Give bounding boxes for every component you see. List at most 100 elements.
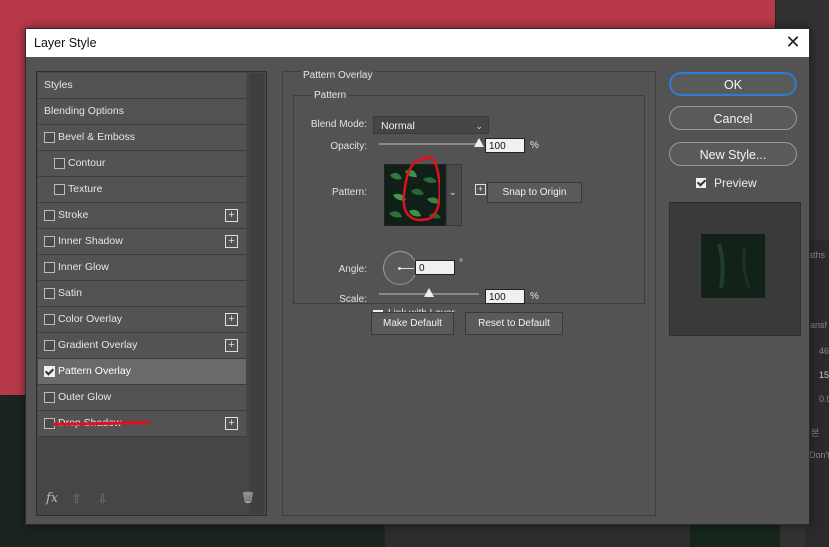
styles-list: Styles Blending Options Bevel & Emboss Cont…: [36, 71, 267, 516]
style-checkbox[interactable]: [44, 210, 55, 221]
add-style-icon[interactable]: +: [225, 313, 238, 326]
dialog-title: Layer Style: [34, 36, 97, 50]
chevron-down-icon: ⌄: [475, 121, 483, 131]
red-annotation-circle: [402, 155, 440, 222]
pattern-overlay-panel: Pattern Overlay Pattern Blend Mode: Norm…: [282, 70, 656, 516]
move-up-icon[interactable]: ⇧: [71, 491, 82, 507]
scale-input[interactable]: 100: [485, 289, 525, 304]
group-title: Pattern: [312, 90, 349, 101]
opacity-input[interactable]: 100: [485, 138, 525, 153]
blend-mode-value: Normal: [381, 120, 415, 132]
style-checkbox[interactable]: [44, 366, 55, 377]
pattern-picker-dropdown[interactable]: ⌄: [446, 164, 462, 226]
scale-slider-thumb[interactable]: [424, 288, 434, 297]
make-default-button[interactable]: Make Default: [371, 312, 454, 335]
opacity-slider-track[interactable]: [379, 143, 479, 145]
style-item-label: Inner Glow: [58, 261, 109, 273]
preview-label: Preview: [714, 176, 757, 190]
style-item-label: Contour: [68, 157, 106, 169]
scale-label: Scale:: [339, 294, 367, 305]
style-item-color-overlay[interactable]: Color Overlay +: [38, 307, 246, 333]
style-item-label: Color Overlay: [58, 313, 123, 325]
opacity-unit: %: [530, 140, 539, 151]
style-item-inner-shadow[interactable]: Inner Shadow +: [38, 229, 246, 255]
style-item-outer-glow[interactable]: Outer Glow: [38, 385, 246, 411]
style-item-label: Styles: [44, 79, 73, 91]
style-item-label: Pattern Overlay: [58, 365, 131, 377]
add-style-icon[interactable]: +: [225, 235, 238, 248]
pattern-group: Pattern Blend Mode: Normal ⌄ Opacity: 10…: [293, 90, 645, 320]
prop-value-2[interactable]: 15: [819, 370, 829, 380]
close-icon[interactable]: ✕: [783, 32, 803, 52]
opacity-label: Opacity:: [330, 141, 367, 152]
cancel-button[interactable]: Cancel: [669, 106, 797, 130]
preview-checkbox[interactable]: [696, 178, 706, 188]
style-item-label: Texture: [68, 183, 103, 195]
style-item-satin[interactable]: Satin: [38, 281, 246, 307]
styles-list-scrollbar[interactable]: [249, 73, 264, 514]
styles-list-footer: fx ⇧ ⇩ 🗑: [37, 485, 255, 515]
style-checkbox[interactable]: [44, 314, 55, 325]
style-checkbox[interactable]: [44, 132, 55, 143]
style-checkbox[interactable]: [54, 158, 65, 169]
new-preset-icon[interactable]: +: [475, 184, 486, 195]
style-checkbox[interactable]: [54, 184, 65, 195]
style-checkbox[interactable]: [44, 340, 55, 351]
style-item-label: Satin: [58, 287, 82, 299]
scale-unit: %: [530, 291, 539, 302]
prop-korean-label: 본: [811, 428, 820, 438]
style-checkbox[interactable]: [44, 392, 55, 403]
section-title: Pattern Overlay: [301, 70, 375, 81]
style-item-blending-options[interactable]: Blending Options: [38, 99, 246, 125]
move-down-icon[interactable]: ⇩: [97, 491, 108, 507]
style-item-label: Stroke: [58, 209, 89, 221]
style-checkbox[interactable]: [44, 288, 55, 299]
style-item-stroke[interactable]: Stroke +: [38, 203, 246, 229]
trash-icon[interactable]: 🗑: [241, 491, 255, 504]
pattern-label: Pattern:: [331, 187, 367, 198]
style-checkbox[interactable]: [44, 262, 55, 273]
style-item-label: Blending Options: [44, 105, 124, 117]
opacity-slider-thumb[interactable]: [474, 138, 484, 147]
prop-dont-label: Don't: [809, 450, 829, 460]
transform-label: ransf: [807, 320, 828, 330]
new-style-button[interactable]: New Style...: [669, 142, 797, 166]
prop-value-1: 46: [819, 346, 829, 356]
style-item-label: Bevel & Emboss: [58, 131, 136, 143]
style-item-label: Inner Shadow: [58, 235, 123, 247]
style-item-texture[interactable]: Texture: [38, 177, 246, 203]
paths-tab[interactable]: aths: [808, 250, 825, 260]
angle-unit: °: [459, 258, 463, 269]
add-style-icon[interactable]: +: [225, 417, 238, 430]
blend-mode-select[interactable]: Normal ⌄: [373, 116, 489, 134]
preview-swatch: [701, 234, 765, 298]
style-item-label: Outer Glow: [58, 391, 112, 403]
reset-to-default-button[interactable]: Reset to Default: [465, 312, 563, 335]
angle-label: Angle:: [338, 264, 367, 275]
ok-button[interactable]: OK: [669, 72, 797, 96]
style-item-bevel-emboss[interactable]: Bevel & Emboss: [38, 125, 246, 151]
angle-indicator-line: [400, 268, 414, 269]
style-item-styles[interactable]: Styles: [38, 73, 246, 99]
layer-style-dialog: Layer Style ✕ Styles Blending Options Beve…: [25, 28, 810, 525]
style-checkbox[interactable]: [44, 236, 55, 247]
style-item-pattern-overlay[interactable]: Pattern Overlay: [38, 359, 246, 385]
style-item-contour[interactable]: Contour: [38, 151, 246, 177]
snap-to-origin-button[interactable]: Snap to Origin: [487, 182, 582, 203]
angle-center-dot: [398, 267, 401, 270]
add-style-icon[interactable]: +: [225, 209, 238, 222]
add-style-icon[interactable]: +: [225, 339, 238, 352]
angle-input[interactable]: 0: [415, 260, 455, 275]
layer-thumbnail-bg: [690, 522, 780, 547]
angle-dial[interactable]: [383, 251, 417, 285]
dialog-titlebar: Layer Style ✕: [26, 29, 809, 57]
fx-icon[interactable]: fx: [46, 491, 58, 506]
blend-mode-label: Blend Mode:: [310, 119, 367, 130]
preview-pattern-image: [701, 234, 765, 298]
style-item-inner-glow[interactable]: Inner Glow: [38, 255, 246, 281]
chevron-down-icon: ⌄: [449, 187, 457, 197]
style-item-gradient-overlay[interactable]: Gradient Overlay +: [38, 333, 246, 359]
prop-value-3[interactable]: 0.0: [819, 394, 829, 404]
style-item-label: Gradient Overlay: [58, 339, 138, 351]
preview-box: [669, 202, 801, 336]
